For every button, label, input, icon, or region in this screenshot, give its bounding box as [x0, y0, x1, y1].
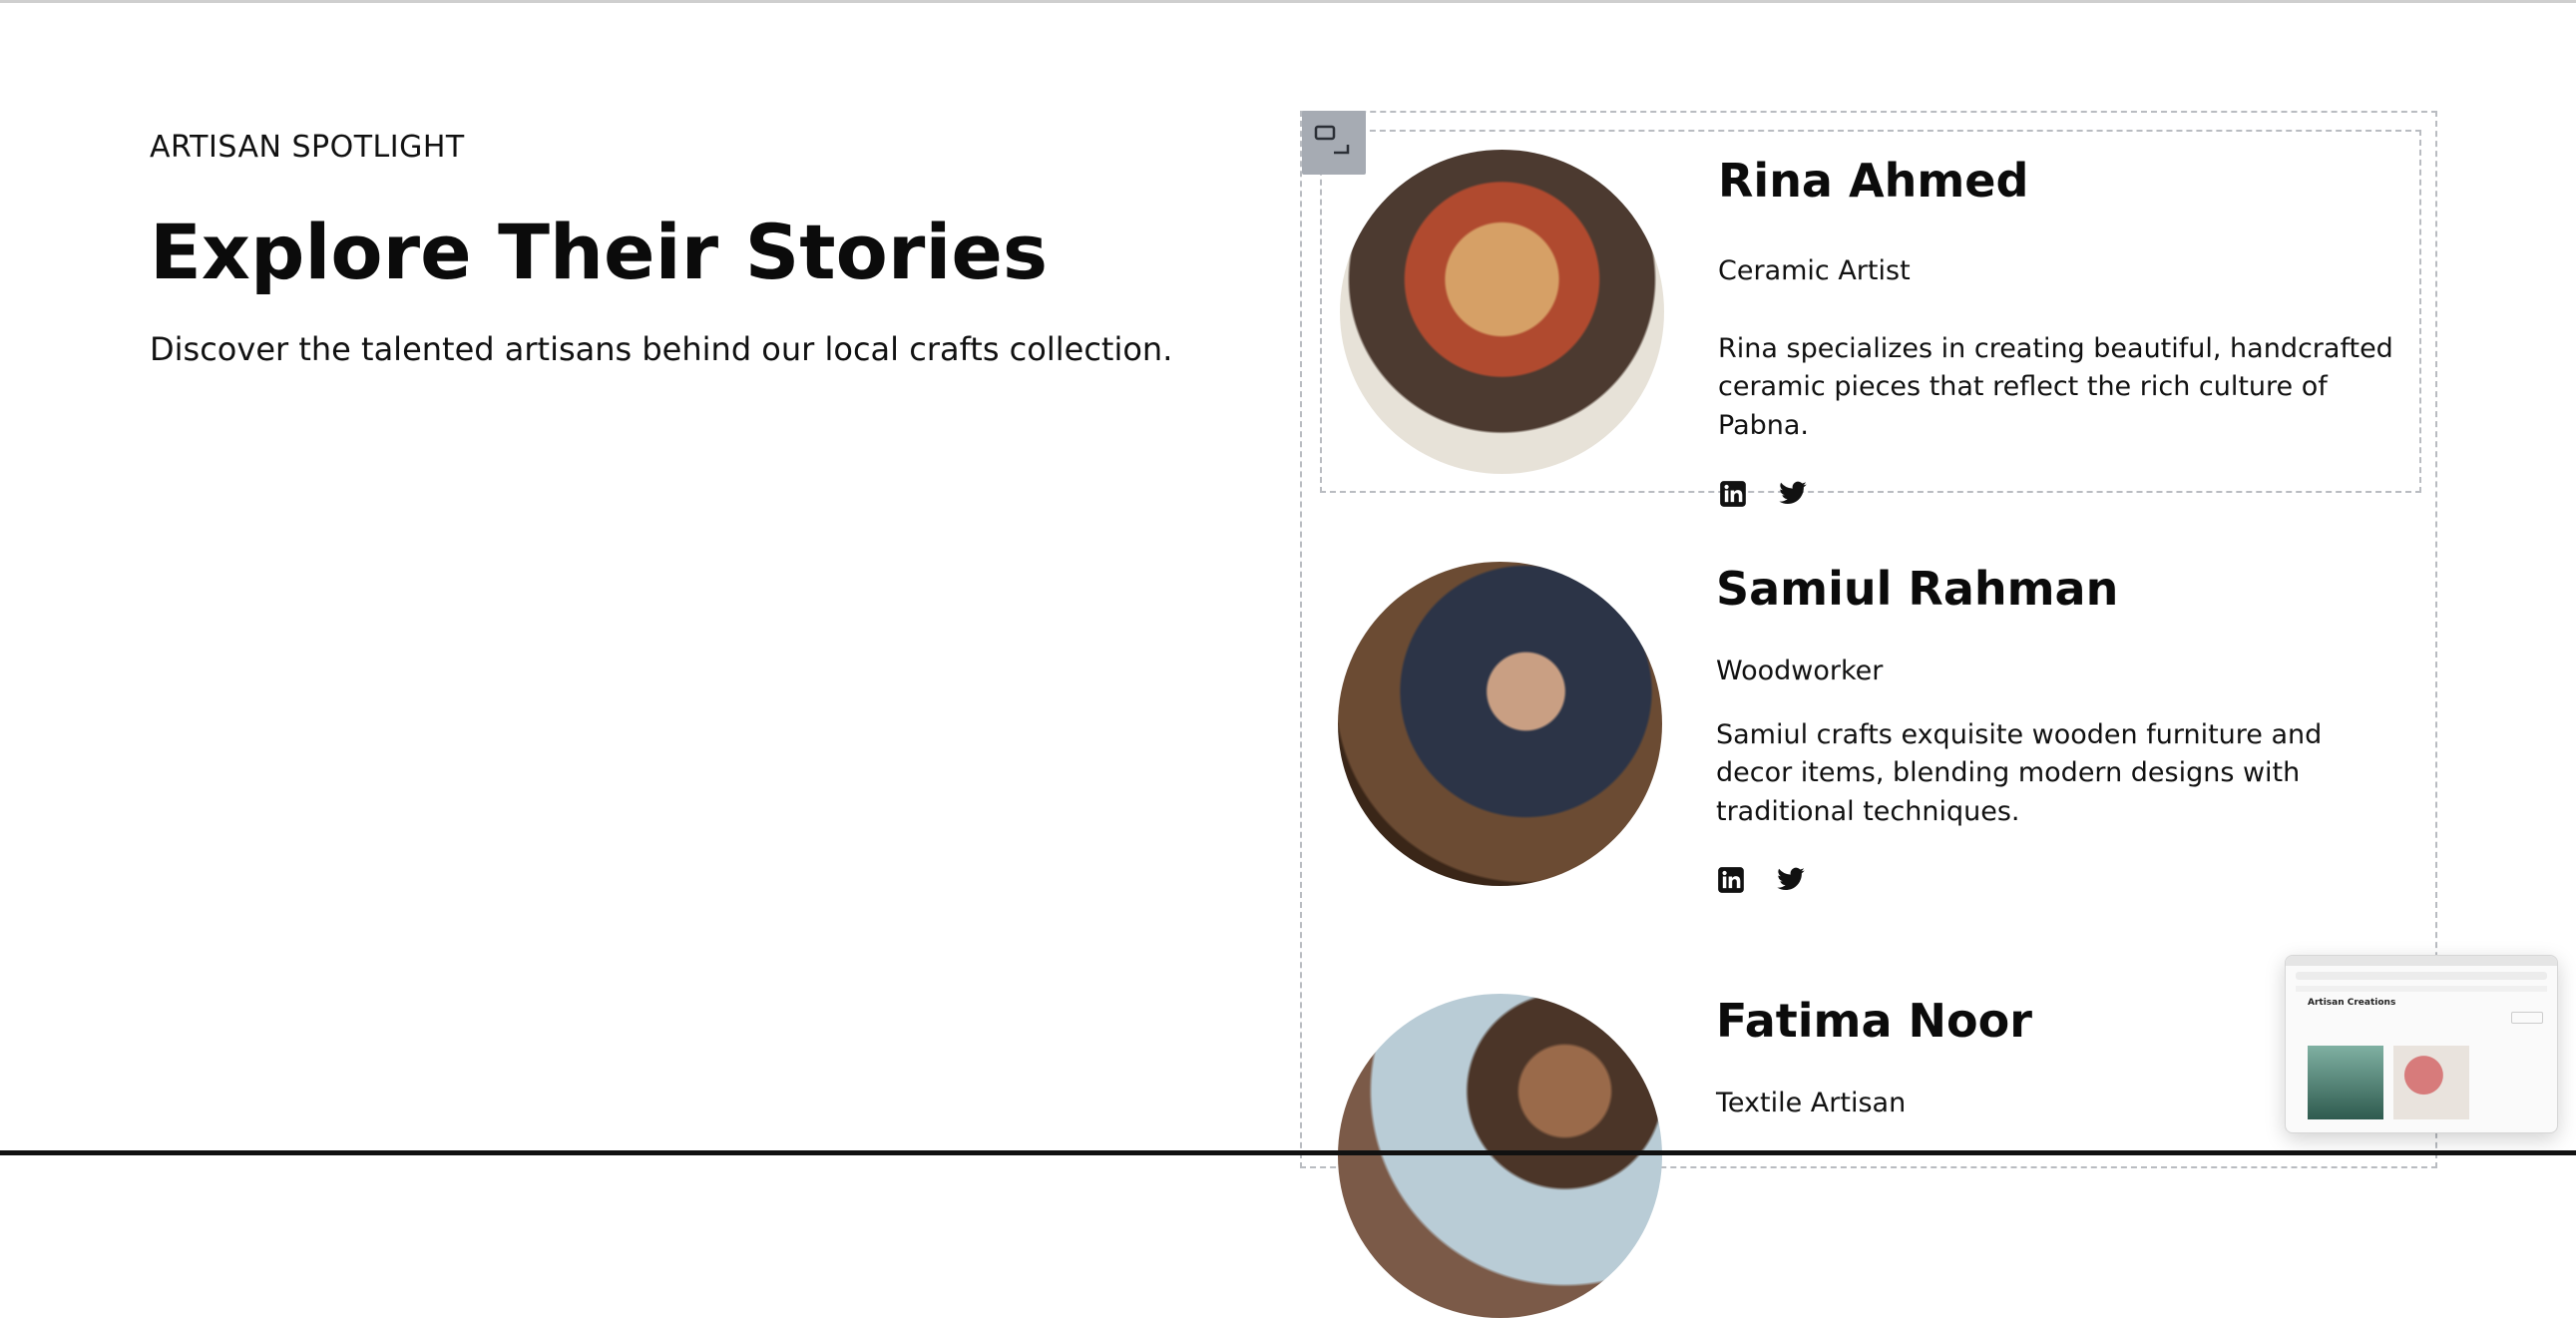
artisan-name: Samiul Rahman — [1716, 562, 2119, 616]
section-subtitle: Discover the talented artisans behind ou… — [150, 329, 1173, 368]
artisan-card-fatima[interactable]: Fatima Noor Textile Artisan — [1320, 994, 2421, 1318]
linkedin-icon[interactable] — [1716, 865, 1746, 895]
avatar — [1338, 562, 1662, 886]
preview-image — [2308, 1046, 2383, 1119]
social-links — [1716, 865, 2401, 895]
artisan-info: Rina Ahmed Ceramic Artist Rina specializ… — [1718, 154, 2399, 509]
page-preview-thumbnail[interactable]: Artisan Creations — [2285, 955, 2558, 1133]
block-select-handle[interactable] — [1302, 111, 1366, 175]
social-links — [1718, 479, 2399, 509]
preview-image — [2393, 1046, 2469, 1119]
intro-section: ARTISAN SPOTLIGHT Explore Their Stories … — [150, 130, 1267, 368]
section-eyebrow: ARTISAN SPOTLIGHT — [150, 130, 465, 165]
artisan-info: Samiul Rahman Woodworker Samiul crafts e… — [1716, 562, 2401, 895]
block-icon — [1314, 125, 1350, 155]
linkedin-icon[interactable] — [1718, 479, 1748, 509]
preview-title: Artisan Creations — [2308, 998, 2396, 1008]
preview-nav — [2296, 986, 2547, 992]
preview-button — [2511, 1012, 2543, 1024]
artisan-card-samiul[interactable]: Samiul Rahman Woodworker Samiul crafts e… — [1320, 562, 2421, 921]
twitter-icon[interactable] — [1778, 479, 1808, 509]
artisan-bio: Rina specializes in creating beautiful, … — [1718, 333, 2393, 441]
artisan-role: Woodworker — [1716, 656, 1884, 686]
avatar — [1338, 994, 1662, 1318]
preview-urlbar — [2296, 972, 2547, 980]
twitter-icon[interactable] — [1776, 865, 1806, 895]
page-title: Explore Their Stories — [150, 208, 1049, 296]
preview-tabbar — [2286, 956, 2557, 966]
artisan-name: Rina Ahmed — [1718, 154, 2029, 208]
artisan-bio: Samiul crafts exquisite wooden furniture… — [1716, 719, 2323, 827]
artisan-list: Rina Ahmed Ceramic Artist Rina specializ… — [1300, 111, 2437, 1318]
artisan-card-rina[interactable]: Rina Ahmed Ceramic Artist Rina specializ… — [1320, 130, 2421, 507]
bottom-border — [0, 1150, 2576, 1155]
artisan-role: Ceramic Artist — [1718, 255, 1911, 286]
avatar — [1340, 150, 1664, 474]
top-border — [0, 0, 2576, 3]
